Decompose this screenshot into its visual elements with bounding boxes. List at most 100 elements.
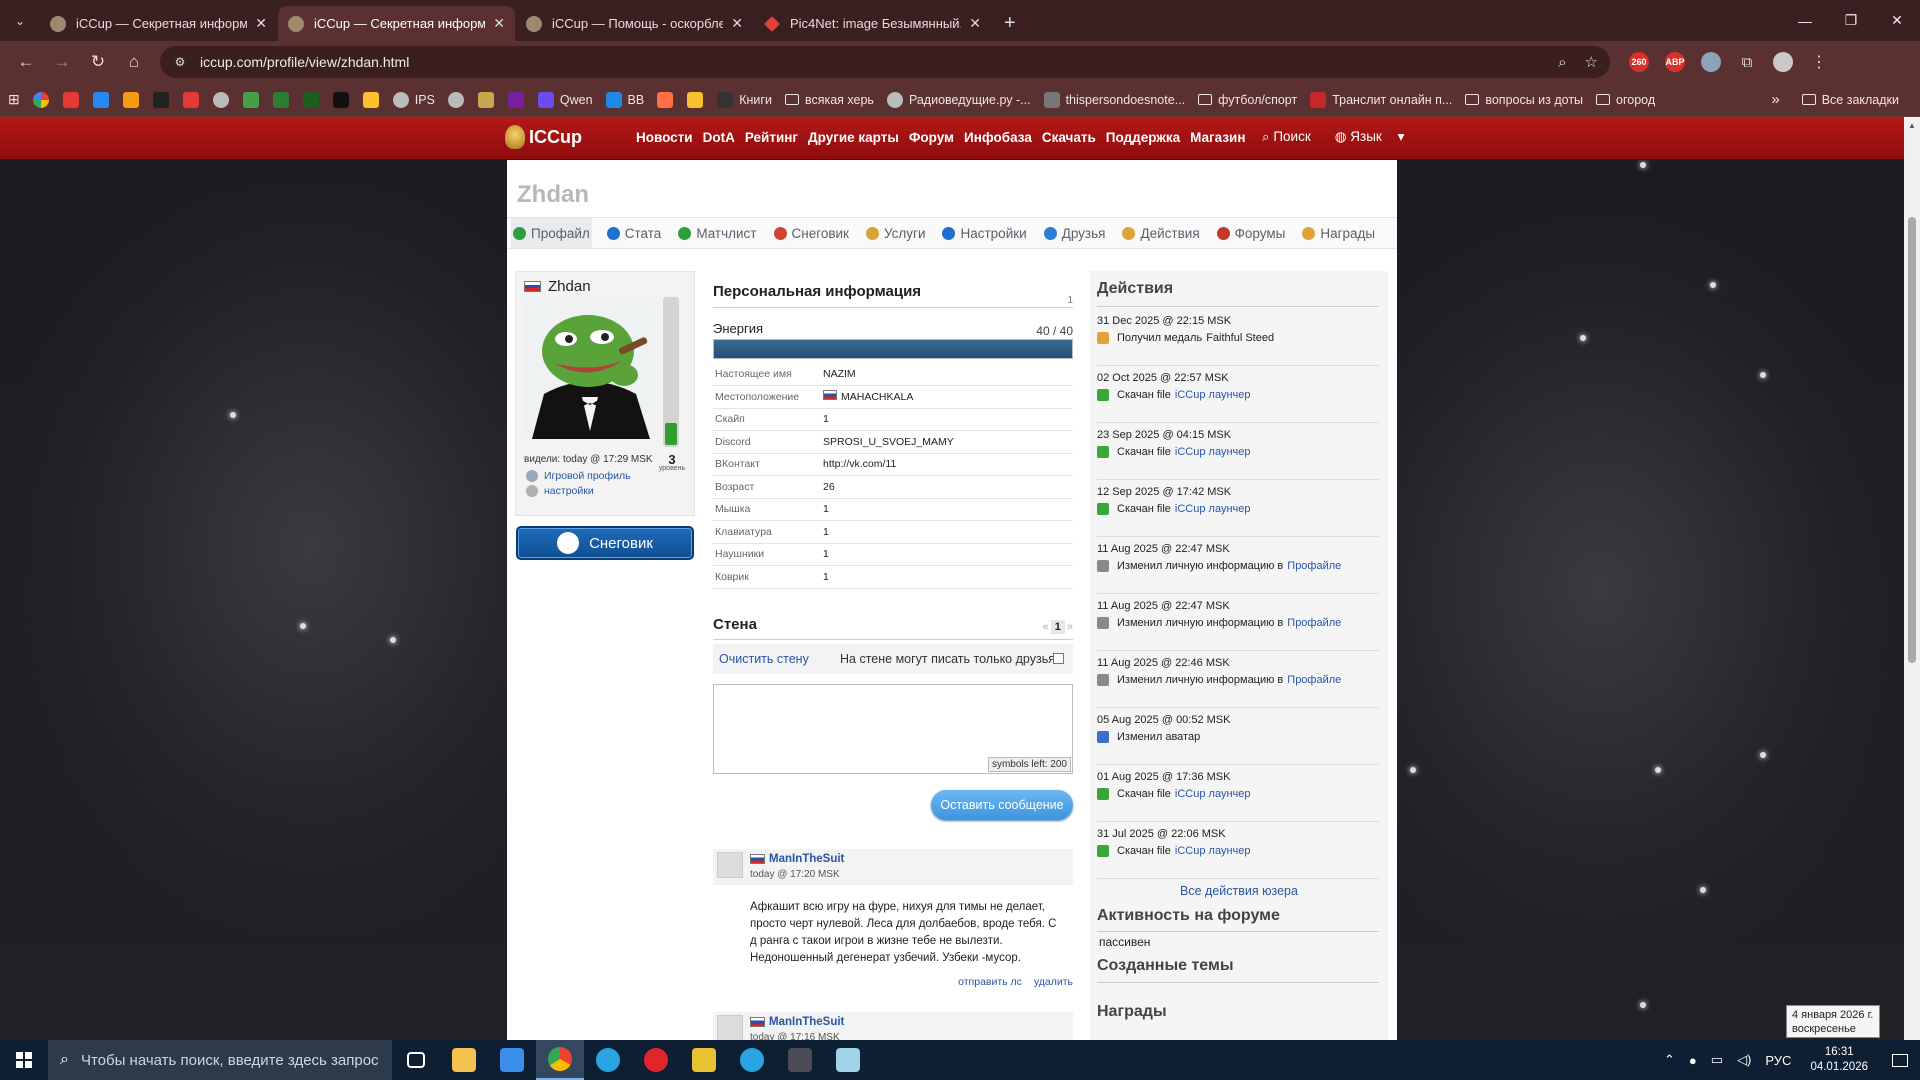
bookmark-line[interactable]	[332, 91, 355, 108]
bookmark-bb[interactable]: BB	[605, 91, 644, 108]
input-language[interactable]: РУС	[1765, 1053, 1791, 1068]
page-scrollbar[interactable]: ▲	[1904, 117, 1920, 1040]
bookmark-vk[interactable]	[92, 91, 115, 108]
taskbar-app[interactable]	[536, 1040, 584, 1080]
taskbar-app[interactable]	[440, 1040, 488, 1080]
action-link[interactable]: iCCup лаунчер	[1175, 788, 1251, 800]
tab-7[interactable]: Действия	[1120, 218, 1201, 248]
action-link[interactable]: iCCup лаунчер	[1175, 389, 1251, 401]
language-dropdown[interactable]: ◍ Язык ▾	[1335, 129, 1405, 145]
site-menu-2[interactable]: Рейтинг	[745, 130, 798, 145]
tab-1[interactable]: Стата	[605, 218, 664, 248]
bookmark-star[interactable]	[687, 91, 709, 108]
start-button[interactable]	[0, 1040, 48, 1080]
bookmark-red-square[interactable]	[182, 91, 205, 108]
browser-tab[interactable]: iCCup — Секретная информация ✕	[278, 6, 515, 41]
forward-button[interactable]: →	[44, 46, 80, 78]
wall-message-input[interactable]: symbols left: 200	[713, 684, 1073, 774]
tab-0[interactable]: Профайл	[511, 218, 592, 248]
taskbar-app[interactable]	[584, 1040, 632, 1080]
bookmark-qwen[interactable]: Qwen	[537, 91, 593, 108]
game-profile-link[interactable]: Игровой профиль	[526, 470, 631, 482]
network-icon[interactable]: ▭	[1711, 1052, 1723, 1068]
tray-chevron-icon[interactable]: ⌃	[1664, 1052, 1675, 1068]
site-menu-1[interactable]: DotA	[703, 130, 735, 145]
bookmark-всякая-херь[interactable]: всякая херь	[784, 93, 874, 107]
tab-5[interactable]: Настройки	[940, 218, 1028, 248]
zoom-icon[interactable]: ⌕	[1558, 54, 1566, 71]
browser-tab[interactable]: Pic4Net: image Безымянный.png ✕	[754, 6, 991, 41]
bookmark-книги[interactable]: Книги	[717, 91, 772, 108]
wall-pager-next[interactable]: »	[1067, 621, 1073, 633]
site-menu-5[interactable]: Инфобаза	[964, 130, 1032, 145]
site-logo[interactable]: ICCup	[505, 125, 582, 149]
profile-avatar-icon[interactable]	[1768, 48, 1798, 76]
adblock-icon[interactable]: ABP	[1660, 48, 1690, 76]
wall-pager-current[interactable]: 1	[1050, 620, 1065, 634]
tab-3[interactable]: Снеговик	[772, 218, 851, 248]
notifications-icon[interactable]	[1880, 1040, 1920, 1080]
bookmark-ips[interactable]: IPS	[392, 91, 435, 108]
taskbar-app[interactable]	[728, 1040, 776, 1080]
apps-grid-icon[interactable]: ⊞	[8, 91, 20, 108]
browser-tab[interactable]: iCCup — Секретная информация ✕	[40, 6, 277, 41]
delete-post-link[interactable]: удалить	[1034, 976, 1073, 988]
bookmark-globe[interactable]	[212, 91, 235, 108]
minimize-icon[interactable]: —	[1782, 0, 1828, 41]
address-bar[interactable]: ⚙ iccup.com/profile/view/zhdan.html ⌕ ☆	[160, 46, 1610, 78]
tab-9[interactable]: Награды	[1300, 218, 1377, 248]
settings-link[interactable]: настройки	[526, 485, 594, 497]
action-link[interactable]: iCCup лаунчер	[1175, 446, 1251, 458]
site-menu-7[interactable]: Поддержка	[1106, 130, 1180, 145]
post-avatar[interactable]	[717, 1015, 743, 1040]
extensions-puzzle-icon[interactable]: ⧉	[1732, 48, 1762, 76]
bookmark-star-icon[interactable]: ☆	[1585, 53, 1598, 71]
site-menu-3[interactable]: Другие карты	[808, 130, 899, 145]
all-user-actions-link[interactable]: Все действия юзера	[1090, 884, 1388, 898]
bookmark-plus[interactable]	[152, 91, 175, 108]
tab-2[interactable]: Матчлист	[676, 218, 758, 248]
tab-close-icon[interactable]: ✕	[255, 15, 267, 32]
wall-pager-prev[interactable]: «	[1043, 621, 1049, 633]
tab-close-icon[interactable]: ✕	[969, 15, 981, 32]
post-author[interactable]: ManInTheSuit	[750, 1016, 844, 1028]
bookmark-огород[interactable]: огород	[1596, 93, 1655, 107]
taskbar-app[interactable]	[392, 1040, 440, 1080]
site-menu-0[interactable]: Новости	[636, 130, 693, 145]
taskbar-app[interactable]	[632, 1040, 680, 1080]
microphone-icon[interactable]: ●	[1689, 1053, 1697, 1068]
leave-message-button[interactable]: Оставить сообщение	[931, 790, 1073, 820]
bookmark-радиоведущие-ру-[interactable]: Радиоведущие.ру -...	[886, 91, 1031, 108]
shield-extension-icon[interactable]	[1696, 48, 1726, 76]
bookmark-youtube[interactable]	[62, 91, 85, 108]
home-button[interactable]: ⌂	[116, 46, 152, 78]
close-window-icon[interactable]: ✕	[1874, 0, 1920, 41]
post-avatar[interactable]	[717, 852, 743, 878]
bookmark-green-square[interactable]	[242, 91, 265, 108]
site-menu-4[interactable]: Форум	[909, 130, 954, 145]
bookmark-ff[interactable]	[302, 91, 325, 108]
action-link[interactable]: Профайле	[1287, 674, 1341, 686]
taskbar-search-box[interactable]: ⌕ Чтобы начать поиск, введите здесь запро…	[48, 1040, 392, 1080]
tab-close-icon[interactable]: ✕	[493, 15, 505, 32]
clear-wall-link[interactable]: Очистить стену	[719, 652, 809, 666]
site-info-icon[interactable]: ⚙	[172, 54, 188, 70]
tab-search-menu-icon[interactable]: ⌄	[0, 0, 40, 41]
bookmark-thispersondoesnote-[interactable]: thispersondoesnote...	[1043, 91, 1185, 108]
browser-tab[interactable]: iCCup — Помощь - оскорбления ✕	[516, 6, 753, 41]
url-text[interactable]: iccup.com/profile/view/zhdan.html	[200, 54, 1540, 70]
site-menu-6[interactable]: Скачать	[1042, 130, 1096, 145]
reload-button[interactable]: ↻	[80, 46, 116, 78]
scroll-up-icon[interactable]: ▲	[1908, 121, 1916, 130]
bookmark-shield[interactable]	[477, 91, 500, 108]
bookmark-firefox[interactable]	[657, 91, 679, 108]
action-link[interactable]: iCCup лаунчер	[1175, 503, 1251, 515]
bookmark-battery[interactable]	[272, 91, 295, 108]
restore-icon[interactable]: ❐	[1828, 0, 1874, 41]
taskbar-clock[interactable]: 16:31 04.01.2026	[1810, 1045, 1868, 1075]
bookmark-globe[interactable]	[447, 91, 470, 108]
action-link[interactable]: Профайле	[1287, 560, 1341, 572]
bookmarks-overflow-button[interactable]: »	[1771, 91, 1779, 108]
bookmark-google[interactable]	[32, 91, 55, 108]
taskbar-app[interactable]	[488, 1040, 536, 1080]
